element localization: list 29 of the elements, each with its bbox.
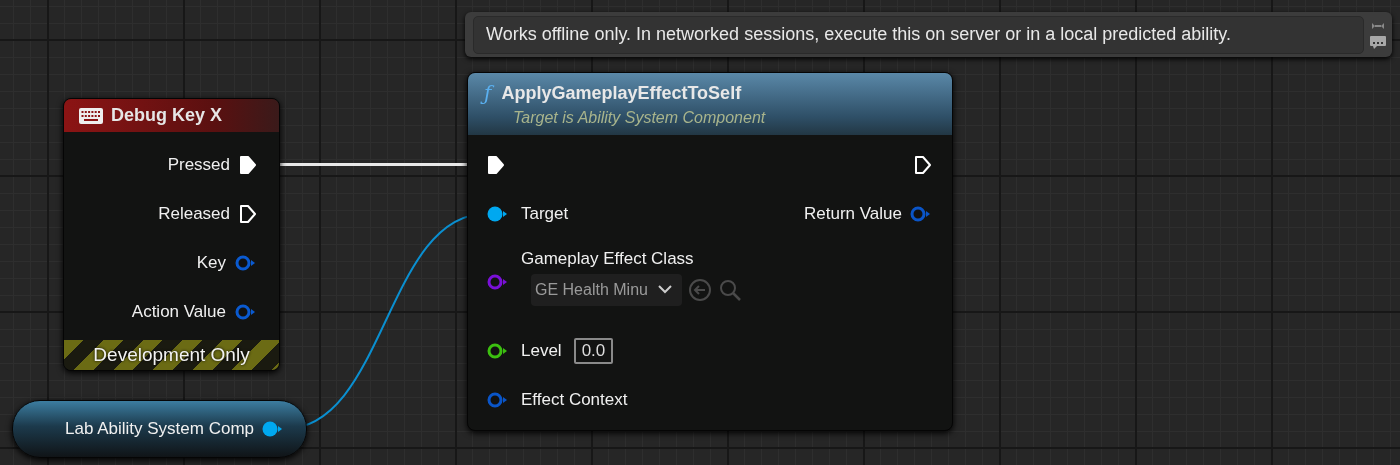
variable-node[interactable]: Lab Ability System Comp [12,400,307,458]
chevron-icon [657,285,672,294]
pin-icon[interactable] [1371,20,1385,31]
tooltip-text: Works offline only. In networked sessions, execute this on server or in a local predicted ability. [473,15,1364,54]
pin-label: Return Value [804,203,902,224]
pin-label: Action Value [131,301,226,322]
pin-label: Level [521,340,562,361]
pin-label: Released [158,203,230,224]
data-pin-icon[interactable] [262,421,284,437]
node-title: Debug Key X [111,105,223,126]
pin-label: Target [521,203,569,224]
exec-pin-icon[interactable] [239,203,257,224]
exec-pin-icon[interactable] [914,154,932,175]
variable-label: Lab Ability System Comp [65,419,254,439]
comment-icon[interactable] [1370,35,1386,49]
keyboard-icon [78,106,104,125]
class-dropdown[interactable]: GE Health Minu [531,273,682,306]
data-pin-icon[interactable] [487,205,509,222]
pin-label: Pressed [167,154,230,175]
development-only-banner: Development Only [64,340,279,370]
node-title: ApplyGameplayEffectToSelf [501,82,742,104]
pin-label: Gameplay Effect Class [521,248,695,269]
pin-label: Effect Context [521,389,628,410]
data-pin-icon[interactable] [487,342,509,359]
node-subtitle: Target is Ability System Component [512,109,767,127]
level-field[interactable]: 0.0 [573,337,614,364]
exec-pin-icon[interactable] [239,154,257,175]
exec-pin-icon[interactable] [487,154,505,175]
pin-label: Key [196,252,226,273]
